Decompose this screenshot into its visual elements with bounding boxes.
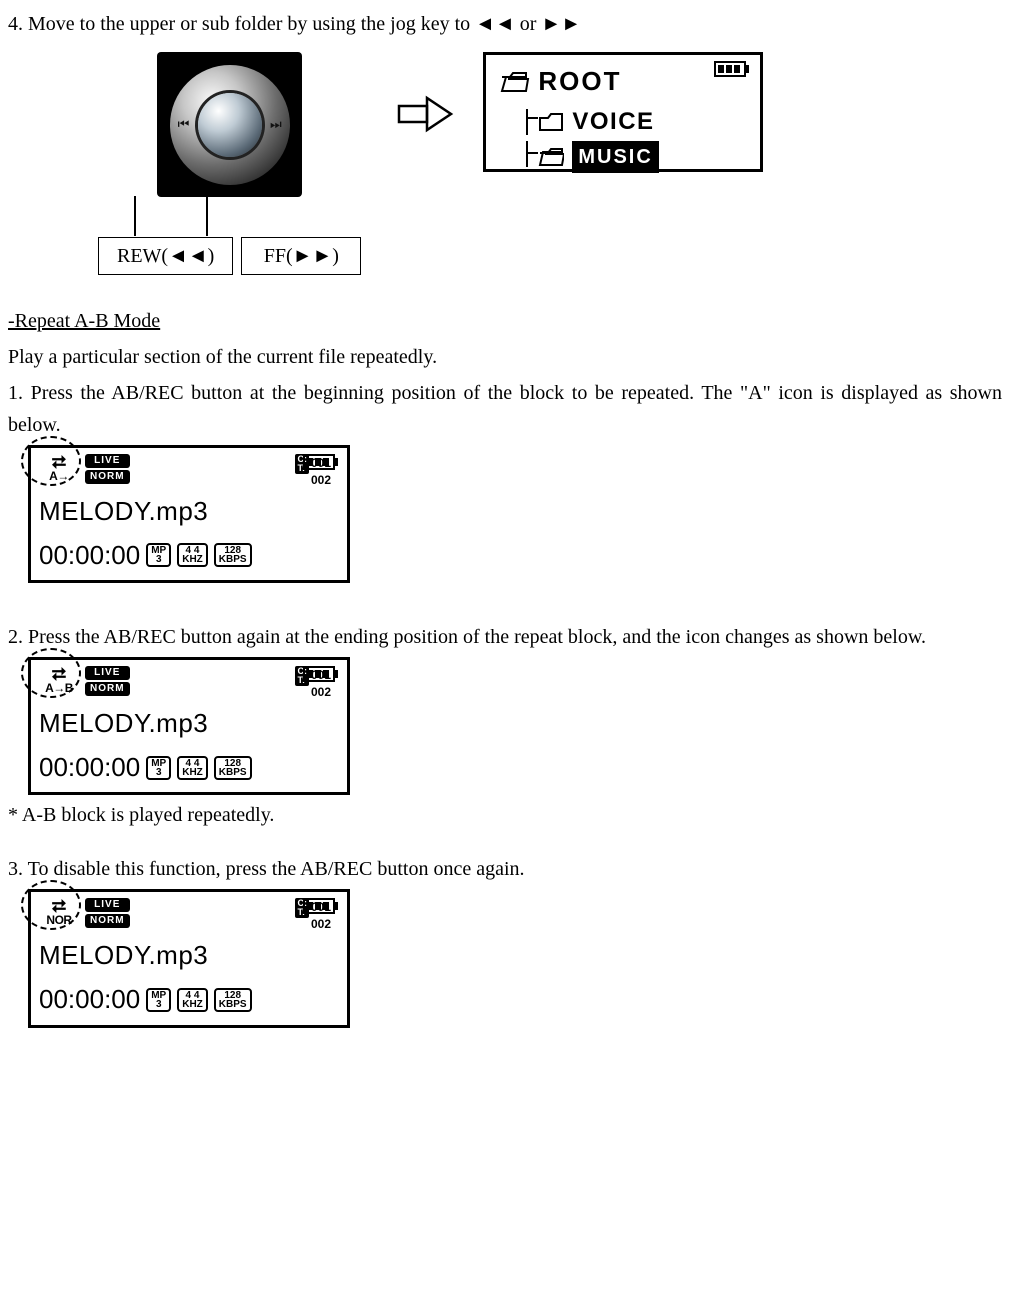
filename-label: MELODY.mp3 — [39, 703, 339, 745]
khz-box: 4 4KHZ — [177, 543, 208, 567]
kbps-box: 128KBPS — [214, 988, 252, 1012]
folder-closed-icon — [538, 112, 564, 132]
battery-icon — [714, 61, 750, 77]
jog-block: ⏮ ⏭ REW(◄◄) FF(►►) — [98, 52, 361, 275]
step-3-text: 3. To disable this function, press the A… — [8, 853, 1002, 885]
repeat-a-icon: ⮂ A→ — [39, 454, 79, 482]
folder-voice-row: VOICE — [516, 103, 750, 141]
lcd-screen-ab: ⮂ A→B LIVE NORM C:T:001 C:002 MELODY.mp3… — [28, 657, 350, 795]
filename-label: MELODY.mp3 — [39, 935, 339, 977]
mode-pills: LIVE NORM — [85, 666, 130, 696]
folder-root-label: ROOT — [538, 61, 621, 103]
step-2-text: 2. Press the AB/REC button again at the … — [8, 621, 1002, 653]
elapsed-time: 00:00:00 — [39, 535, 140, 577]
jog-right-glyph-icon: ⏭ — [270, 114, 282, 135]
folder-music-row: MUSIC — [516, 141, 750, 173]
folder-music-label: MUSIC — [572, 141, 658, 173]
kbps-box: 128KBPS — [214, 756, 252, 780]
live-pill: LIVE — [85, 666, 130, 680]
filename-label: MELODY.mp3 — [39, 491, 339, 533]
norm-pill: NORM — [85, 682, 130, 696]
ab-footnote: * A-B block is played repeatedly. — [8, 799, 1002, 831]
folder-root-row: ROOT — [500, 61, 750, 103]
lcd-screen-nor: ⮂ NOR LIVE NORM C:T:001 C:002 MELODY.mp3… — [28, 889, 350, 1027]
jog-left-glyph-icon: ⏮ — [178, 114, 190, 135]
mode-pills: LIVE NORM — [85, 898, 130, 928]
lcd-screen-a: ⮂ A→ LIVE NORM C:T:001 C:002 MELODY.mp3 … — [28, 445, 350, 583]
jog-image: ⏮ ⏭ — [157, 52, 302, 197]
repeat-nor-icon: ⮂ NOR — [39, 898, 79, 926]
folder-screen: ROOT VOICE MUSIC — [483, 52, 763, 172]
norm-pill: NORM — [85, 914, 130, 928]
kbps-box: 128KBPS — [214, 543, 252, 567]
khz-box: 4 4KHZ — [177, 988, 208, 1012]
rew-label: REW(◄◄) — [98, 237, 233, 275]
folder-open-icon — [538, 147, 564, 167]
battery-icon — [303, 666, 339, 682]
norm-pill: NORM — [85, 470, 130, 484]
repeat-ab-icon: ⮂ A→B — [39, 666, 79, 694]
mode-pills: LIVE NORM — [85, 454, 130, 484]
arrow-right-icon — [397, 92, 455, 136]
battery-icon — [303, 898, 339, 914]
codec-box: MP3 — [146, 988, 171, 1012]
live-pill: LIVE — [85, 454, 130, 468]
elapsed-time: 00:00:00 — [39, 979, 140, 1021]
khz-box: 4 4KHZ — [177, 756, 208, 780]
battery-icon — [303, 454, 339, 470]
section-title: -Repeat A-B Mode — [8, 305, 1002, 337]
section-intro: Play a particular section of the current… — [8, 341, 1002, 373]
step-1-text: 1. Press the AB/REC button at the beginn… — [8, 377, 1002, 441]
step-4-text: 4. Move to the upper or sub folder by us… — [8, 8, 1002, 40]
live-pill: LIVE — [85, 898, 130, 912]
codec-box: MP3 — [146, 543, 171, 567]
folder-voice-label: VOICE — [572, 103, 654, 141]
folder-open-icon — [500, 71, 530, 93]
codec-box: MP3 — [146, 756, 171, 780]
elapsed-time: 00:00:00 — [39, 747, 140, 789]
ff-label: FF(►►) — [241, 237, 361, 275]
figure-row: ⏮ ⏭ REW(◄◄) FF(►►) — [8, 52, 1002, 275]
